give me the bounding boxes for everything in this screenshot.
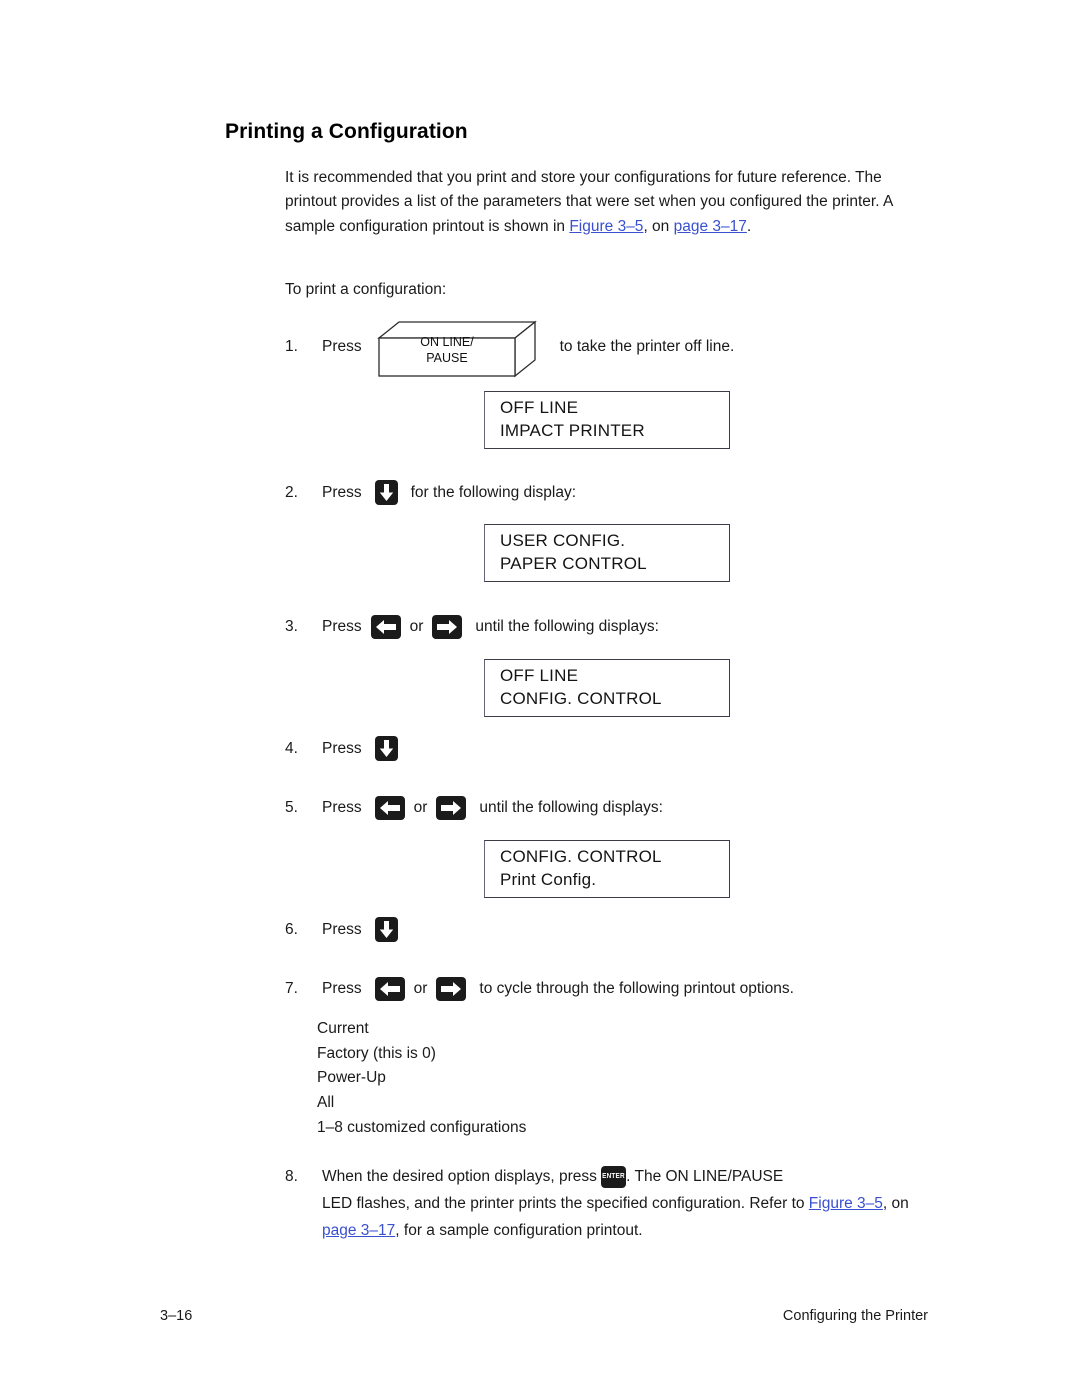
step-8-text-after: , for a sample configuration printout. (395, 1222, 643, 1239)
step-5-or-label: or (413, 799, 428, 816)
lcd-display-1-line2: IMPACT PRINTER (500, 421, 645, 440)
on-line-pause-label: ON LINE/ PAUSE (382, 334, 512, 366)
step-6: 6. Press (285, 917, 398, 942)
lcd-display-4-line1: CONFIG. CONTROL (500, 847, 662, 866)
left-arrow-glyph (379, 801, 400, 815)
on-line-pause-button[interactable]: ON LINE/ PAUSE (377, 320, 539, 378)
step-7-after-text: to cycle through the following printout … (479, 980, 794, 997)
down-arrow-glyph (379, 484, 393, 501)
step-2-after-text: for the following display: (410, 483, 577, 501)
step-5-press-label: Press (322, 799, 362, 816)
down-arrow-icon[interactable] (374, 917, 398, 942)
step-8: 8. When the desired option displays, pre… (285, 1163, 925, 1244)
footer-page-number: 3–16 (160, 1308, 193, 1324)
step-7-number: 7. (285, 980, 298, 997)
figure-3-5-link[interactable]: Figure 3–5 (809, 1195, 883, 1212)
lcd-display-2-line2: PAPER CONTROL (500, 554, 647, 573)
down-arrow-glyph (379, 740, 393, 757)
step-7: 7. Press or to cycle through the followi… (285, 977, 794, 1001)
step-3-or-label: or (409, 618, 424, 635)
right-arrow-icon[interactable] (436, 796, 467, 820)
step-8-body: When the desired option displays, press … (322, 1163, 925, 1244)
step-1-after-text: to take the printer off line. (559, 338, 735, 355)
step-8-text-before-key: When the desired option displays, press (322, 1168, 602, 1185)
option-item: All (317, 1094, 335, 1112)
down-arrow-glyph (379, 921, 393, 938)
lead-in-text: To print a configuration: (285, 281, 447, 298)
lcd-display-4-line2: Print Config. (500, 870, 597, 889)
step-3-after-text: until the following displays: (475, 618, 659, 635)
enter-key-label: ENTER (602, 1172, 626, 1180)
step-8-text-between: , on (882, 1195, 909, 1212)
lcd-display-2-line1: USER CONFIG. (500, 531, 626, 550)
lcd-display-1-line1: OFF LINE (500, 398, 579, 417)
step-1-number: 1. (285, 338, 298, 355)
intro-paragraph: It is recommended that you print and sto… (285, 166, 910, 239)
right-arrow-icon[interactable] (436, 977, 467, 1001)
figure-3-5-link[interactable]: Figure 3–5 (569, 218, 643, 235)
down-arrow-icon[interactable] (374, 480, 398, 505)
step-5: 5. Press or until the following displays… (285, 796, 663, 820)
right-arrow-glyph (441, 982, 462, 996)
right-arrow-icon[interactable] (432, 615, 463, 639)
enter-key-icon[interactable]: ENTER (601, 1165, 627, 1188)
intro-text-part2: , on (643, 217, 674, 235)
right-arrow-glyph (441, 801, 462, 815)
on-line-pause-label-line1: ON LINE/ (420, 335, 474, 349)
step-8-text-line2: LED flashes, and the printer prints the … (322, 1195, 809, 1212)
step-2-press-label: Press (322, 483, 362, 501)
step-6-number: 6. (285, 920, 298, 938)
page-3-17-link[interactable]: page 3–17 (322, 1222, 395, 1239)
right-arrow-glyph (437, 620, 458, 634)
step-3: 3. Press or until the following displays… (285, 615, 659, 639)
step-8-number: 8. (285, 1168, 298, 1185)
step-4: 4. Press (285, 736, 398, 761)
footer-chapter-title: Configuring the Printer (782, 1308, 928, 1324)
step-3-press-label: Press (322, 618, 362, 635)
down-arrow-icon[interactable] (374, 736, 398, 761)
option-item: Factory (this is 0) (317, 1044, 436, 1062)
option-item: 1–8 customized configurations (317, 1118, 527, 1136)
lcd-display-3-line1: OFF LINE (500, 666, 579, 685)
step-4-press-label: Press (322, 739, 362, 757)
left-arrow-glyph (379, 982, 400, 996)
lcd-display-3: OFF LINE CONFIG. CONTROL (484, 659, 730, 717)
lcd-display-3-line2: CONFIG. CONTROL (500, 689, 662, 708)
left-arrow-icon[interactable] (370, 615, 401, 639)
step-2: 2. Press for the following display: (285, 480, 576, 505)
document-page: Printing a Configuration It is recommend… (0, 0, 1080, 1397)
lcd-display-4: CONFIG. CONTROL Print Config. (484, 840, 730, 898)
lcd-display-2: USER CONFIG. PAPER CONTROL (484, 524, 730, 582)
page-3-17-link[interactable]: page 3–17 (674, 218, 747, 235)
left-arrow-icon[interactable] (374, 977, 405, 1001)
step-6-press-label: Press (322, 920, 362, 938)
left-arrow-glyph (375, 620, 396, 634)
intro-text-part3: . (746, 217, 752, 235)
step-4-number: 4. (285, 739, 298, 757)
on-line-pause-label-line2: PAUSE (426, 351, 468, 365)
step-8-text-after-key: . The ON LINE/PAUSE (626, 1168, 784, 1185)
page-title: Printing a Configuration (225, 120, 468, 143)
printout-options-list: Current Factory (this is 0) Power-Up All… (317, 1017, 526, 1141)
left-arrow-icon[interactable] (374, 796, 405, 820)
option-item: Current (317, 1020, 369, 1037)
lcd-display-1: OFF LINE IMPACT PRINTER (484, 391, 730, 449)
step-7-or-label: or (413, 980, 428, 997)
step-7-press-label: Press (322, 980, 362, 997)
step-1-press-label: Press (322, 338, 362, 355)
step-5-after-text: until the following displays: (479, 799, 663, 816)
step-2-number: 2. (285, 483, 298, 501)
step-5-number: 5. (285, 799, 298, 816)
option-item: Power-Up (317, 1069, 386, 1087)
step-3-number: 3. (285, 618, 298, 635)
